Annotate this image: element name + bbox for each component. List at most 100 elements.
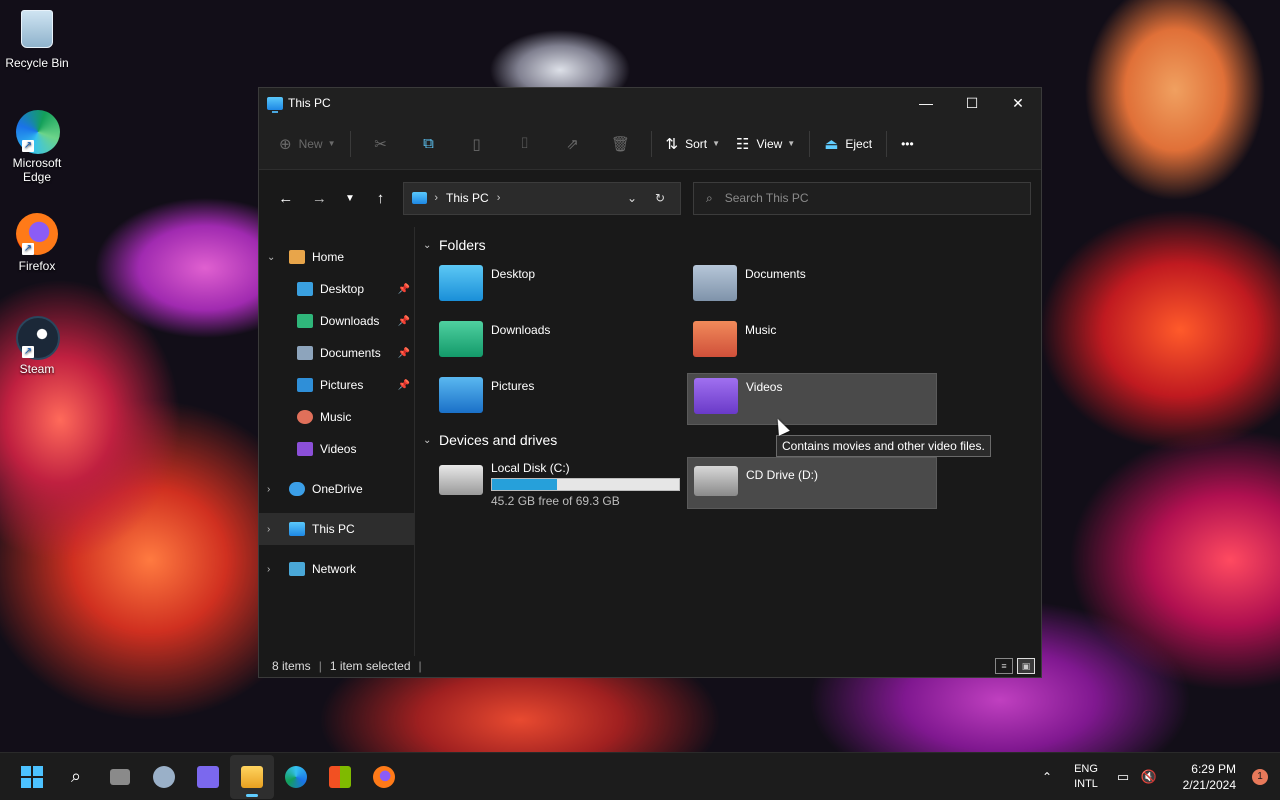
breadcrumb-chevron-icon[interactable]: › <box>497 192 501 204</box>
rename-button[interactable]: ⌷ <box>501 128 549 160</box>
store-icon <box>329 765 351 788</box>
folder-icon <box>241 765 263 788</box>
chevron-right-icon[interactable]: › <box>267 484 281 495</box>
cloud-icon <box>289 482 305 496</box>
folder-tile-pictures[interactable]: Pictures <box>433 373 683 425</box>
nav-item-label: Desktop <box>320 282 365 296</box>
scissors-icon: ✂ <box>374 135 387 153</box>
group-header-label: Devices and drives <box>439 432 558 448</box>
desktop-icon-steam[interactable]: ↗ Steam <box>4 316 70 376</box>
breadcrumb-this-pc[interactable]: This PC <box>446 191 489 205</box>
chevron-right-icon[interactable]: › <box>267 524 281 535</box>
folder-tile-desktop[interactable]: Desktop <box>433 261 683 313</box>
close-button[interactable]: ✕ <box>995 88 1041 118</box>
search-button[interactable]: ⌕ <box>54 755 98 799</box>
paste-button[interactable]: ▯ <box>453 128 501 160</box>
minimize-button[interactable]: — <box>903 88 949 118</box>
search-box[interactable]: ⌕ <box>692 181 1031 215</box>
folder-tile-music[interactable]: Music <box>687 317 937 369</box>
pictures-icon <box>297 378 313 392</box>
tooltip: Contains movies and other video files. <box>776 435 991 457</box>
nav-item-label: Pictures <box>320 378 364 392</box>
nav-item-documents[interactable]: Documents 📌 <box>259 337 414 369</box>
more-options-button[interactable]: ••• <box>893 128 922 160</box>
input-language-indicator[interactable]: ENG INTL <box>1062 762 1110 792</box>
folder-name: Videos <box>746 380 783 394</box>
up-button[interactable]: ↑ <box>364 183 398 213</box>
refresh-icon[interactable]: ↻ <box>648 191 672 205</box>
nav-item-pictures[interactable]: Pictures 📌 <box>259 369 414 401</box>
view-button[interactable]: ☷ View ▼ <box>728 128 803 160</box>
network-icon[interactable]: ▭ <box>1110 769 1136 785</box>
windows-logo-icon <box>21 765 43 788</box>
task-view-button[interactable] <box>98 755 142 799</box>
devices-group-header[interactable]: ⌄ Devices and drives <box>423 432 557 448</box>
chevron-down-icon: ▼ <box>787 139 796 148</box>
back-button[interactable]: ← <box>269 183 303 213</box>
folder-tile-documents[interactable]: Documents <box>687 261 937 313</box>
chevron-right-icon[interactable]: › <box>267 564 281 575</box>
eject-button-label: Eject <box>845 136 873 151</box>
drive-tile-d[interactable]: CD Drive (D:) <box>687 457 937 509</box>
address-history-chevron-icon[interactable]: ⌄ <box>620 191 644 205</box>
search-icon: ⌕ <box>70 766 82 786</box>
folders-group-header[interactable]: ⌄ Folders <box>423 237 486 253</box>
store-taskbar-button[interactable] <box>318 755 362 799</box>
sort-button[interactable]: ⇅ Sort ▼ <box>658 128 729 160</box>
selection-count: 1 item selected <box>329 659 411 673</box>
title-bar[interactable]: This PC — ☐ ✕ <box>259 88 1041 118</box>
trash-icon: 🗑 <box>610 135 631 153</box>
details-view-icon[interactable]: ≡ <box>995 658 1013 674</box>
tiles-view-icon[interactable]: ▣ <box>1017 658 1035 674</box>
teams-chat-button[interactable] <box>186 755 230 799</box>
nav-item-network[interactable]: › Network <box>259 553 414 585</box>
start-button[interactable] <box>10 755 54 799</box>
rename-icon: ⌷ <box>520 135 530 152</box>
shortcut-arrow-icon: ↗ <box>22 140 34 152</box>
folder-tile-videos[interactable]: Videos <box>687 373 937 425</box>
volume-muted-icon[interactable]: 🔇 <box>1136 769 1162 785</box>
new-button[interactable]: ⊕ New ▼ <box>271 128 344 160</box>
edge-taskbar-button[interactable] <box>274 755 318 799</box>
recent-locations-button[interactable]: ▼ <box>336 183 364 213</box>
widgets-button[interactable] <box>142 755 186 799</box>
nav-item-downloads[interactable]: Downloads 📌 <box>259 305 414 337</box>
desktop-icon-firefox[interactable]: ↗ Firefox <box>4 213 70 273</box>
firefox-taskbar-button[interactable] <box>362 755 406 799</box>
drive-tile-c[interactable]: Local Disk (C:) 45.2 GB free of 69.3 GB <box>433 455 683 515</box>
nav-item-home[interactable]: ⌄ Home <box>259 241 414 273</box>
share-button[interactable]: ⇗ <box>549 128 597 160</box>
folder-tile-downloads[interactable]: Downloads <box>433 317 683 369</box>
forward-button[interactable]: → <box>303 183 337 213</box>
nav-item-this-pc[interactable]: › This PC <box>259 513 414 545</box>
arrow-up-icon: ↑ <box>376 189 385 207</box>
search-input[interactable] <box>724 191 1005 205</box>
folder-name: Pictures <box>491 379 535 393</box>
clock[interactable]: 6:29 PM 2/21/2024 <box>1162 761 1236 793</box>
pictures-folder-icon <box>439 377 483 413</box>
clock-date: 2/21/2024 <box>1182 777 1236 792</box>
nav-item-label: OneDrive <box>312 482 363 496</box>
show-hidden-icons-chevron-icon[interactable]: ⌃ <box>1032 770 1062 784</box>
chevron-down-icon[interactable]: ⌄ <box>267 252 281 263</box>
nav-item-label: Music <box>320 410 352 424</box>
firefox-icon: ↗ <box>16 213 58 255</box>
nav-item-videos[interactable]: Videos <box>259 433 414 465</box>
this-pc-icon <box>267 96 283 113</box>
notification-badge[interactable]: 1 <box>1252 768 1268 785</box>
cut-button[interactable]: ✂ <box>357 128 405 160</box>
address-bar[interactable]: › This PC › ⌄ ↻ <box>403 181 681 215</box>
videos-icon <box>297 442 313 456</box>
desktop-icon-edge[interactable]: ↗ Microsoft Edge <box>4 110 70 184</box>
nav-item-desktop[interactable]: Desktop 📌 <box>259 273 414 305</box>
copy-button[interactable]: ⧉ <box>405 128 453 160</box>
nav-item-onedrive[interactable]: › OneDrive <box>259 473 414 505</box>
file-explorer-taskbar-button[interactable] <box>230 754 274 799</box>
delete-button[interactable]: 🗑 <box>597 128 645 160</box>
eject-button[interactable]: ⏏ Eject <box>816 128 880 160</box>
chevron-down-icon: ▼ <box>712 139 721 148</box>
nav-item-music[interactable]: Music <box>259 401 414 433</box>
network-icon <box>289 562 305 576</box>
desktop-icon-recycle-bin[interactable]: Recycle Bin <box>4 8 70 70</box>
maximize-button[interactable]: ☐ <box>949 88 995 118</box>
